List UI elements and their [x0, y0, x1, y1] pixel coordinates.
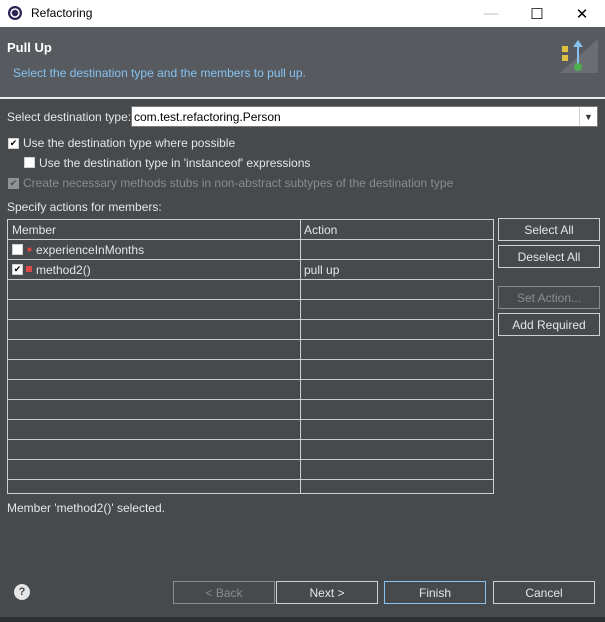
set-action-button: Set Action... [498, 286, 600, 309]
table-row-empty [8, 420, 493, 440]
members-label: Specify actions for members: [7, 200, 162, 214]
table-row-empty [8, 280, 493, 300]
create-stubs-label: Create necessary methods stubs in non-ab… [23, 176, 454, 190]
member-checkbox[interactable] [12, 244, 23, 255]
chevron-down-icon[interactable]: ▼ [579, 107, 597, 126]
members-table[interactable]: Member Action experienceInMonths ✔ metho… [7, 219, 494, 494]
title-bar: Refactoring — ☐ ✕ [0, 0, 605, 27]
status-message: Member 'method2()' selected. [7, 501, 165, 515]
finish-button[interactable]: Finish [384, 581, 486, 604]
table-row[interactable]: ✔ method2() pull up [8, 260, 493, 280]
table-row-empty [8, 440, 493, 460]
destination-label: Select destination type: [7, 110, 132, 124]
wizard-header: Pull Up Select the destination type and … [0, 27, 605, 97]
column-header-action[interactable]: Action [304, 223, 337, 237]
table-row-empty [8, 400, 493, 420]
next-button[interactable]: Next > [276, 581, 378, 604]
member-action[interactable]: pull up [304, 263, 339, 277]
table-row[interactable]: experienceInMonths [8, 240, 493, 260]
table-row-empty [8, 320, 493, 340]
use-destination-label: Use the destination type where possible [23, 136, 236, 150]
private-method-icon [26, 266, 32, 272]
page-description: Select the destination type and the memb… [13, 66, 306, 80]
table-header: Member Action [8, 220, 493, 240]
close-button[interactable]: ✕ [559, 0, 605, 27]
table-row-empty [8, 380, 493, 400]
destination-type-combo[interactable]: com.test.refactoring.Person ▼ [131, 106, 598, 127]
cancel-button[interactable]: Cancel [493, 581, 595, 604]
member-checkbox[interactable]: ✔ [12, 264, 23, 275]
table-row-empty [8, 340, 493, 360]
use-instanceof-label: Use the destination type in 'instanceof'… [39, 156, 311, 170]
destination-type-value: com.test.refactoring.Person [134, 110, 281, 124]
header-separator [0, 97, 605, 99]
use-instanceof-checkbox[interactable] [24, 157, 35, 168]
member-name: experienceInMonths [36, 243, 145, 257]
table-row-empty [8, 460, 493, 480]
table-row-empty [8, 360, 493, 380]
eclipse-icon [8, 6, 22, 20]
maximize-button[interactable]: ☐ [514, 0, 560, 27]
window-title: Refactoring [31, 6, 93, 20]
add-required-button[interactable]: Add Required [498, 313, 600, 336]
deselect-all-button[interactable]: Deselect All [498, 245, 600, 268]
member-name: method2() [36, 263, 91, 277]
use-destination-checkbox[interactable]: ✔ [8, 138, 19, 149]
minimize-button[interactable]: — [468, 0, 514, 27]
column-header-member[interactable]: Member [12, 223, 56, 237]
page-title: Pull Up [7, 40, 52, 55]
help-icon[interactable]: ? [14, 584, 30, 600]
field-icon [27, 247, 32, 252]
select-all-button[interactable]: Select All [498, 218, 600, 241]
table-row-empty [8, 300, 493, 320]
create-stubs-checkbox: ✔ [8, 178, 19, 189]
window-bottom-edge [0, 617, 605, 622]
back-button: < Back [173, 581, 275, 604]
pull-up-wizard-icon [560, 39, 598, 73]
